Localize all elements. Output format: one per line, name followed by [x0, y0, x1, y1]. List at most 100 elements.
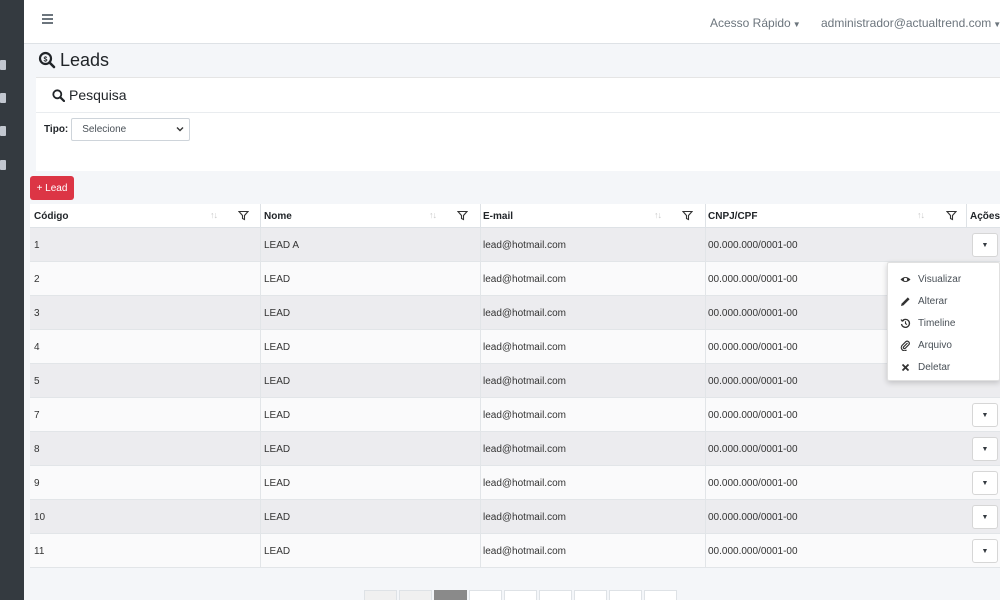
page-title-area: $ Leads	[38, 49, 109, 71]
row-actions-button[interactable]: ▼	[972, 471, 998, 495]
table-row[interactable]: 4 LEAD lead@hotmail.com 00.000.000/0001-…	[30, 330, 1000, 364]
column-separator	[480, 204, 481, 228]
pagination-last-button[interactable]	[644, 590, 677, 600]
column-separator	[260, 432, 261, 466]
column-separator	[705, 364, 706, 398]
table-row[interactable]: 7 LEAD lead@hotmail.com 00.000.000/0001-…	[30, 398, 1000, 432]
menu-toggle-icon[interactable]	[42, 14, 53, 24]
column-separator	[260, 500, 261, 534]
tipo-filter: Tipo: Selecione	[44, 118, 191, 141]
row-actions-button[interactable]: ▼	[972, 437, 998, 461]
column-header-email[interactable]: E-mail	[483, 204, 513, 228]
menu-item-deletar[interactable]: Deletar	[900, 359, 950, 375]
cell-nome: LEAD A	[264, 239, 300, 251]
table-row[interactable]: 9 LEAD lead@hotmail.com 00.000.000/0001-…	[30, 466, 1000, 500]
pagination-page-button[interactable]	[574, 590, 607, 600]
cell-cnpj: 00.000.000/0001-00	[708, 239, 798, 251]
caret-down-icon: ▼	[981, 513, 989, 521]
cell-cnpj: 00.000.000/0001-00	[708, 477, 798, 489]
cell-codigo: 8	[34, 443, 40, 455]
row-actions-button[interactable]: ▼	[972, 233, 998, 257]
column-separator	[480, 432, 481, 466]
network-icon[interactable]	[0, 93, 6, 103]
column-separator	[260, 398, 261, 432]
add-lead-button[interactable]: + Lead	[30, 176, 74, 200]
user-menu[interactable]: administrador@actualtrend.com ▼	[821, 16, 1000, 30]
row-actions-button[interactable]: ▼	[972, 505, 998, 529]
cell-nome: LEAD	[264, 273, 291, 285]
search-card-title: Pesquisa	[69, 87, 127, 103]
menu-item-visualizar[interactable]: Visualizar	[900, 271, 961, 287]
sort-icon[interactable]: ↑↓	[210, 210, 218, 220]
sort-icon[interactable]: ↑↓	[654, 210, 662, 220]
sort-icon[interactable]: ↑↓	[429, 210, 437, 220]
cell-cnpj: 00.000.000/0001-00	[708, 409, 798, 421]
table-row[interactable]: 1 LEAD A lead@hotmail.com 00.000.000/000…	[30, 228, 1000, 262]
pagination-page-button[interactable]	[504, 590, 537, 600]
menu-item-arquivo[interactable]: Arquivo	[900, 337, 952, 353]
cell-email: lead@hotmail.com	[483, 239, 566, 251]
sort-icon[interactable]: ↑↓	[917, 210, 925, 220]
column-separator	[705, 432, 706, 466]
cell-nome: LEAD	[264, 375, 291, 387]
pagination-next-button[interactable]	[609, 590, 642, 600]
filter-icon[interactable]	[946, 210, 957, 221]
search-card-header[interactable]: Pesquisa	[36, 78, 1000, 113]
column-header-codigo[interactable]: Código	[34, 204, 68, 228]
column-separator	[260, 262, 261, 296]
column-header-cnpj[interactable]: CNPJ/CPF	[708, 204, 757, 228]
column-separator	[260, 204, 261, 228]
column-header-nome[interactable]: Nome	[264, 204, 292, 228]
menu-item-timeline[interactable]: Timeline	[900, 315, 955, 331]
pagination-first-button[interactable]	[364, 590, 397, 600]
pagination-page-button[interactable]	[434, 590, 467, 600]
table-row[interactable]: 8 LEAD lead@hotmail.com 00.000.000/0001-…	[30, 432, 1000, 466]
table-row[interactable]: 3 LEAD lead@hotmail.com 00.000.000/0001-…	[30, 296, 1000, 330]
search-dollar-icon: $	[38, 51, 56, 69]
pagination-previous-button[interactable]	[399, 590, 432, 600]
tipo-label: Tipo:	[44, 124, 69, 135]
document-icon[interactable]	[0, 160, 6, 170]
pagination-page-button[interactable]	[539, 590, 572, 600]
pencil-icon	[901, 296, 910, 306]
cell-codigo: 11	[34, 545, 45, 557]
menu-item-label: Deletar	[918, 361, 951, 373]
dashboard-icon[interactable]	[0, 60, 6, 70]
filter-icon[interactable]	[457, 210, 468, 221]
row-actions-button[interactable]: ▼	[972, 403, 998, 427]
menu-item-alterar[interactable]: Alterar	[900, 293, 947, 309]
row-actions-button[interactable]: ▼	[972, 539, 998, 563]
menu-item-label: Alterar	[918, 295, 948, 307]
filter-icon[interactable]	[682, 210, 693, 221]
table-row[interactable]: 2 LEAD lead@hotmail.com 00.000.000/0001-…	[30, 262, 1000, 296]
pagination-page-button[interactable]	[469, 590, 502, 600]
table-row[interactable]: 11 LEAD lead@hotmail.com 00.000.000/0001…	[30, 534, 1000, 568]
filter-icon[interactable]	[238, 210, 249, 221]
column-separator	[260, 228, 261, 262]
cell-nome: LEAD	[264, 443, 291, 455]
cell-codigo: 10	[34, 511, 46, 523]
table-row[interactable]: 5 LEAD lead@hotmail.com 00.000.000/0001-…	[30, 364, 1000, 398]
cell-nome: LEAD	[264, 409, 291, 421]
page-title: Leads	[60, 49, 110, 70]
cell-cnpj: 00.000.000/0001-00	[708, 545, 798, 557]
cell-email: lead@hotmail.com	[483, 273, 566, 285]
column-separator	[966, 204, 967, 228]
column-separator	[480, 364, 481, 398]
caret-down-icon: ▼	[981, 411, 989, 419]
quick-access-menu[interactable]: Acesso Rápido ▼	[710, 16, 801, 30]
cell-email: lead@hotmail.com	[483, 307, 566, 319]
caret-down-icon: ▼	[981, 241, 989, 249]
column-header-acoes: Ações	[970, 210, 1000, 222]
cell-nome: LEAD	[264, 511, 291, 523]
cell-email: lead@hotmail.com	[483, 375, 566, 387]
cell-nome: LEAD	[264, 477, 291, 489]
sidebar	[0, 0, 24, 600]
users-icon[interactable]	[0, 126, 6, 136]
cell-email: lead@hotmail.com	[483, 443, 566, 455]
eye-icon	[900, 276, 911, 282]
cell-nome: LEAD	[264, 307, 291, 319]
cell-nome: LEAD	[264, 341, 291, 353]
table-row[interactable]: 10 LEAD lead@hotmail.com 00.000.000/0001…	[30, 500, 1000, 534]
tipo-select[interactable]: Selecione	[71, 118, 191, 141]
